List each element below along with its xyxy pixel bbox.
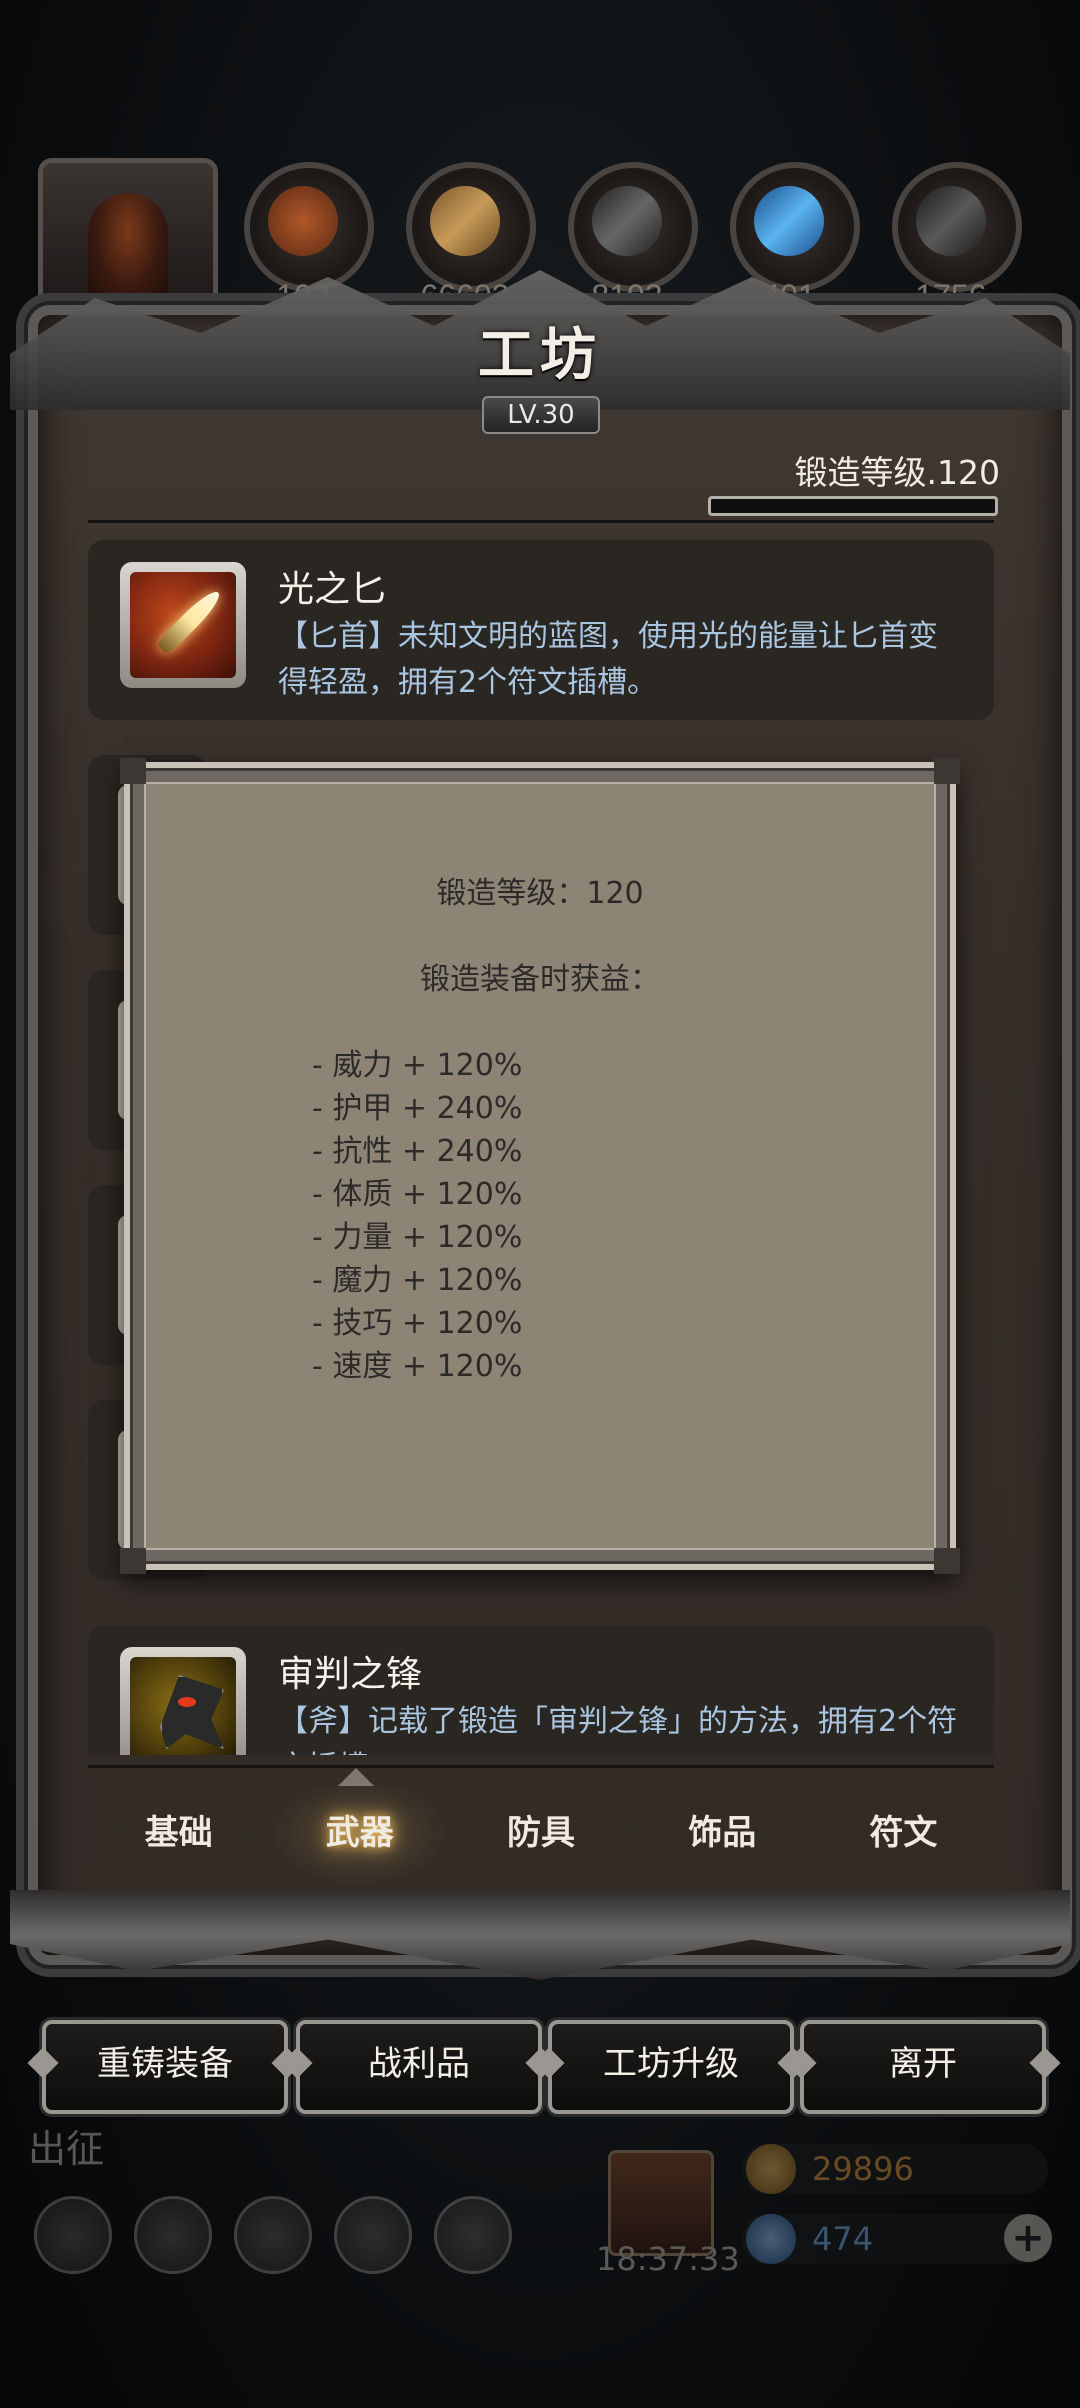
expedition-label: 出征 <box>28 2127 105 2171</box>
tooltip-gain-header: 锻造装备时获益： <box>420 962 660 997</box>
character-portrait[interactable] <box>38 158 218 318</box>
recipe-description: 【斧】记载了锻造「审判之锋」的方法，拥有2个符文插槽。 <box>278 1704 958 1755</box>
tooltip-stat: - 力量 + 120% <box>312 1220 523 1255</box>
wood-resource-icon <box>406 162 536 292</box>
divider <box>88 1765 994 1768</box>
tooltip-stat-list: - 威力 + 120% - 护甲 + 240% - 抗性 + 240% - 体质… <box>312 1040 522 1384</box>
recipe-name: 审判之锋 <box>278 1654 423 1695</box>
gem-icon <box>746 2214 796 2264</box>
iron-resource-icon <box>568 162 698 292</box>
workshop-upgrade-button[interactable]: 工坊升级 <box>548 2020 794 2114</box>
gold-value: 29896 <box>812 2150 914 2188</box>
cube-icon <box>434 2196 512 2274</box>
leave-button[interactable]: 离开 <box>800 2020 1046 2114</box>
recipe-item[interactable]: 审判之锋 【斧】记载了锻造「审判之锋」的方法，拥有2个符文插槽。 <box>88 1625 994 1755</box>
tooltip-stat: - 护甲 + 240% <box>312 1091 523 1126</box>
axe-icon <box>120 1647 246 1755</box>
tab-basic[interactable]: 基础 <box>88 1778 269 1888</box>
tooltip-stat: - 魔力 + 120% <box>312 1263 523 1298</box>
recast-equipment-button[interactable]: 重铸装备 <box>42 2020 288 2114</box>
crystal-resource-icon <box>730 162 860 292</box>
settings-icon <box>34 2196 112 2274</box>
forge-level-label: 锻造等级.120 <box>794 453 1000 492</box>
forge-progress-bar <box>708 496 998 516</box>
gem-counter: 474 <box>742 2214 1048 2264</box>
panel-title: 工坊 <box>478 322 602 388</box>
dagger-icon <box>120 562 246 688</box>
tooltip-corner <box>120 1548 146 1574</box>
ore-resource-icon <box>244 162 374 292</box>
tooltip-corner <box>934 758 960 784</box>
add-gem-icon: + <box>1004 2214 1052 2262</box>
tooltip-corner <box>934 1548 960 1574</box>
tooltip-stat: - 体质 + 120% <box>312 1177 523 1212</box>
tooltip-corner <box>120 758 146 784</box>
gold-icon <box>746 2144 796 2194</box>
tab-rune[interactable]: 符文 <box>813 1778 994 1888</box>
tooltip-stat: - 速度 + 120% <box>312 1349 523 1384</box>
recipe-description: 【匕首】未知文明的蓝图，使用光的能量让匕首变得轻盈，拥有2个符文插槽。 <box>278 619 938 700</box>
divider <box>88 520 994 523</box>
star-icon <box>134 2196 212 2274</box>
loot-button[interactable]: 战利品 <box>296 2020 542 2114</box>
gold-counter: 29896 <box>742 2144 1048 2194</box>
tooltip-forge-level: 锻造等级：120 <box>436 876 644 911</box>
hooded-figure-icon <box>88 193 168 303</box>
gem-value: 474 <box>812 2220 874 2258</box>
frame-ornament-bottom <box>10 1890 1070 1980</box>
gate-icon <box>234 2196 312 2274</box>
tooltip-stat: - 威力 + 120% <box>312 1048 523 1083</box>
tooltip-stat: - 抗性 + 240% <box>312 1134 523 1169</box>
mail-icon <box>334 2196 412 2274</box>
workshop-level-badge: LV.30 <box>482 396 600 434</box>
steel-resource-icon <box>892 162 1022 292</box>
tab-armor[interactable]: 防具 <box>450 1778 631 1888</box>
tooltip-stat: - 技巧 + 120% <box>312 1306 523 1341</box>
clock-label: 18:37:33 <box>596 2240 740 2278</box>
tab-accessory[interactable]: 饰品 <box>632 1778 813 1888</box>
category-tabs: 基础 武器 防具 饰品 符文 <box>88 1778 994 1888</box>
tab-weapon[interactable]: 武器 <box>269 1778 451 1888</box>
recipe-item[interactable]: 光之匕 【匕首】未知文明的蓝图，使用光的能量让匕首变得轻盈，拥有2个符文插槽。 <box>88 540 994 720</box>
recipe-name: 光之匕 <box>278 569 387 610</box>
